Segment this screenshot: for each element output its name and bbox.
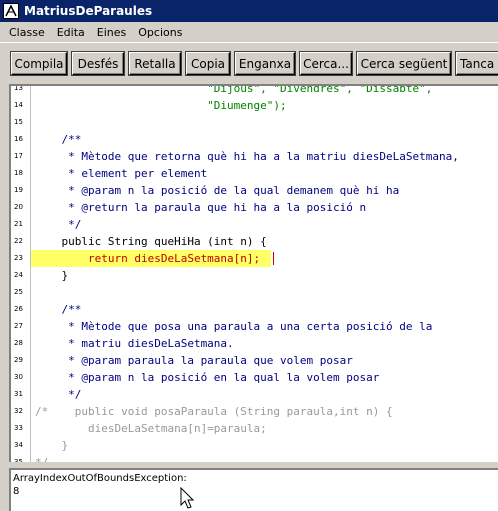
undo-button[interactable]: Desfés (71, 51, 125, 76)
line-text: } (35, 269, 69, 282)
line-text: */ (35, 218, 82, 231)
line-text: "Dijous", "Divendres", "Dissabte", (35, 84, 433, 95)
line-text: /** (35, 303, 82, 316)
line-text: * @param n la posició en la qual la vole… (35, 371, 380, 384)
close-button[interactable]: Tanca (455, 51, 498, 76)
line-number: 21 (14, 220, 23, 228)
line-text: } (35, 439, 69, 452)
line-number: 23 (14, 254, 23, 262)
line-number: 35 (14, 458, 23, 462)
paste-button[interactable]: Enganxa (234, 51, 296, 76)
cut-button[interactable]: Retalla (128, 51, 182, 76)
code-line[interactable]: 15 (11, 114, 498, 131)
line-number: 34 (14, 441, 23, 449)
menu-opcions[interactable]: Opcions (132, 26, 188, 39)
exception-value: 8 (13, 486, 20, 497)
code-line[interactable]: 22 public String queHiHa (int n) { (11, 233, 498, 250)
line-text: /* public void posaParaula (String parau… (35, 405, 393, 418)
line-number: 29 (14, 356, 23, 364)
menu-edita[interactable]: Edita (51, 26, 91, 39)
line-text: */ (35, 388, 82, 401)
find-button[interactable]: Cerca... (299, 51, 353, 76)
compile-button[interactable]: Compila (10, 51, 68, 76)
code-line[interactable]: 20 * @return la paraula que hi ha a la p… (11, 199, 498, 216)
code-line[interactable]: 26 /** (11, 301, 498, 318)
line-text: * @return la paraula que hi ha a la posi… (35, 201, 367, 214)
code-line[interactable]: 23 return diesDeLaSetmana[n]; (11, 250, 498, 267)
line-number: 28 (14, 339, 23, 347)
line-text: * @param paraula la paraula que volem po… (35, 354, 353, 367)
line-number: 22 (14, 237, 23, 245)
window-title: MatriusDeParaules (24, 4, 153, 18)
line-number: 20 (14, 203, 23, 211)
find-next-button[interactable]: Cerca següent (356, 51, 452, 76)
output-panel: ArrayIndexOutOfBoundsException: 8 (9, 468, 498, 511)
line-number: 30 (14, 373, 23, 381)
line-number: 27 (14, 322, 23, 330)
code-line[interactable]: 18 * element per element (11, 165, 498, 182)
code-line[interactable]: 33 diesDeLaSetmana[n]=paraula; (11, 420, 498, 437)
code-line[interactable]: 19 * @param n la posició de la qual dema… (11, 182, 498, 199)
line-text: return diesDeLaSetmana[n]; (35, 252, 261, 265)
code-line[interactable]: 27 * Mètode que posa una paraula a una c… (11, 318, 498, 335)
code-line[interactable]: 30 * @param n la posició en la qual la v… (11, 369, 498, 386)
text-caret (273, 252, 274, 265)
line-text: */ (35, 454, 48, 462)
menu-eines[interactable]: Eines (91, 26, 132, 39)
menu-bar: Classe Edita Eines Opcions (0, 22, 498, 42)
line-number: 13 (14, 84, 23, 92)
line-text: public String queHiHa (int n) { (35, 235, 267, 248)
code-line[interactable]: 28 * matriu diesDeLaSetmana. (11, 335, 498, 352)
line-text: * matriu diesDeLaSetmana. (35, 337, 234, 350)
line-number: 26 (14, 305, 23, 313)
line-number: 18 (14, 169, 23, 177)
line-text: * Mètode que posa una paraula a una cert… (35, 320, 433, 333)
line-number: 25 (14, 288, 23, 296)
code-line[interactable]: 31 */ (11, 386, 498, 403)
line-text: * @param n la posició de la qual demanem… (35, 184, 400, 197)
code-line[interactable]: 34 } (11, 437, 498, 454)
line-number: 17 (14, 152, 23, 160)
code-line[interactable]: 25 (11, 284, 498, 301)
line-number: 16 (14, 135, 23, 143)
code-line[interactable]: 32 /* public void posaParaula (String par… (11, 403, 498, 420)
code-line[interactable]: 17 * Mètode que retorna què hi ha a la m… (11, 148, 498, 165)
line-text: diesDeLaSetmana[n]=paraula; (35, 422, 267, 435)
bluej-app-icon[interactable] (3, 3, 19, 19)
code-line[interactable]: 24 } (11, 267, 498, 284)
mouse-pointer-icon (180, 487, 194, 509)
toolbar: Compila Desfés Retalla Copia Enganxa Cer… (0, 42, 498, 82)
line-text: * element per element (35, 167, 208, 180)
line-text: * Mètode que retorna què hi ha a la matr… (35, 150, 459, 163)
line-number: 19 (14, 186, 23, 194)
line-number: 33 (14, 424, 23, 432)
line-number: 32 (14, 407, 23, 415)
code-line[interactable]: 21 */ (11, 216, 498, 233)
code-line[interactable]: 16 /** (11, 131, 498, 148)
code-line[interactable]: 13 "Dijous", "Divendres", "Dissabte", (11, 84, 498, 97)
line-number: 31 (14, 390, 23, 398)
menu-classe[interactable]: Classe (0, 26, 51, 39)
code-line[interactable]: 35 */ (11, 454, 498, 462)
code-line[interactable]: 29 * @param paraula la paraula que volem… (11, 352, 498, 369)
line-text: "Diumenge"); (35, 99, 287, 112)
line-number: 24 (14, 271, 23, 279)
title-bar: MatriusDeParaules (0, 0, 498, 22)
line-number: 15 (14, 118, 23, 126)
line-number: 14 (14, 101, 23, 109)
exception-message: ArrayIndexOutOfBoundsException: (13, 473, 187, 484)
line-text: /** (35, 133, 82, 146)
code-line[interactable]: 14 "Diumenge"); (11, 97, 498, 114)
code-editor[interactable]: 13 "Dijous", "Divendres", "Dissabte", 14 … (9, 84, 498, 462)
copy-button[interactable]: Copia (185, 51, 231, 76)
